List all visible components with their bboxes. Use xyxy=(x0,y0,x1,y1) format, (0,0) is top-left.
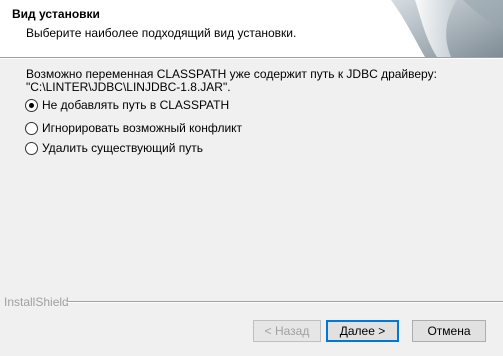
installer-banner-icon xyxy=(391,0,503,57)
option-ignore-conflict[interactable]: Игнорировать возможный конфликт xyxy=(25,120,242,136)
message-line-2: "C:\LINTER\JDBC\LINJDBC-1.8.JAR". xyxy=(26,80,231,94)
page-subtitle: Выберите наиболее подходящий вид установ… xyxy=(26,26,297,40)
option-label: Не добавлять путь в CLASSPATH xyxy=(42,98,230,112)
footer-divider-highlight xyxy=(67,302,503,303)
option-remove-existing[interactable]: Удалить существующий путь xyxy=(25,140,203,156)
radio-button[interactable] xyxy=(25,141,38,155)
header-divider-highlight xyxy=(0,58,503,59)
header-panel: Вид установки Выберите наиболее подходящ… xyxy=(0,0,503,57)
back-button[interactable]: < Назад xyxy=(253,320,321,342)
option-label: Удалить существующий путь xyxy=(42,141,204,155)
radio-button-selected[interactable] xyxy=(25,98,38,112)
option-label: Игнорировать возможный конфликт xyxy=(42,121,243,135)
cancel-button[interactable]: Отмена xyxy=(412,320,486,342)
page-title: Вид установки xyxy=(12,7,100,21)
option-do-not-add[interactable]: Не добавлять путь в CLASSPATH xyxy=(25,97,229,113)
installshield-label: InstallShield xyxy=(4,295,69,309)
radio-button[interactable] xyxy=(25,121,38,135)
next-button[interactable]: Далее > xyxy=(326,320,399,342)
classpath-message: Возможно переменная CLASSPATH уже содерж… xyxy=(26,68,486,94)
